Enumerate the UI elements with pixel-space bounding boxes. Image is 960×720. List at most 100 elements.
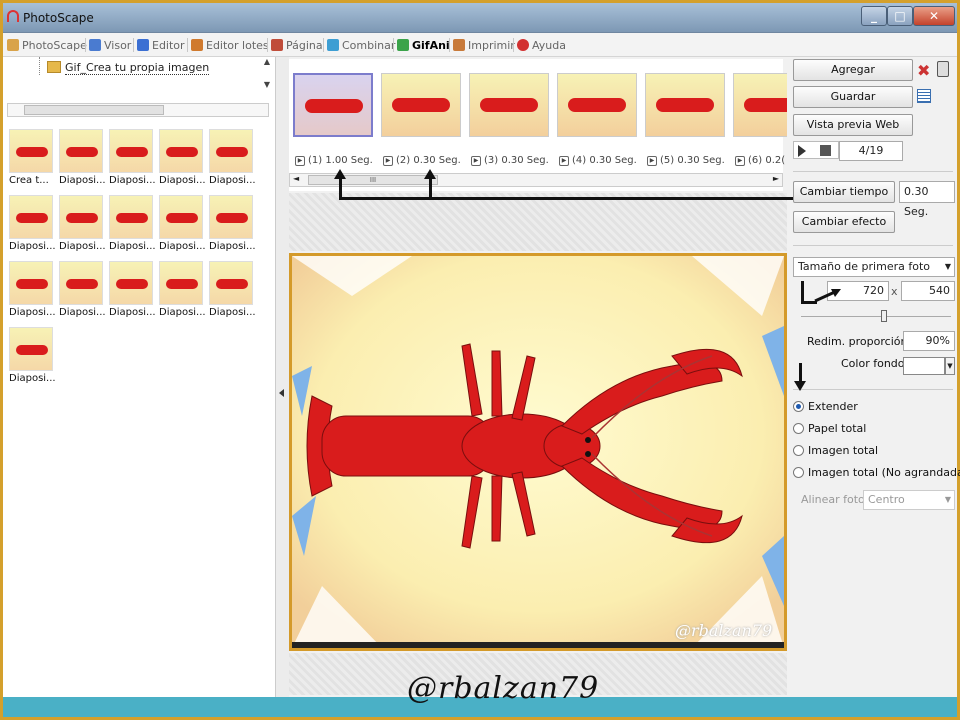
frame-label[interactable]: ▶ (1) 1.00 Seg. xyxy=(295,155,373,166)
scroll-thumb[interactable] xyxy=(24,105,164,115)
slide-thumbnail[interactable]: Diaposi... xyxy=(209,261,259,319)
color-dropdown-icon[interactable]: ▼ xyxy=(945,357,955,375)
radio-button[interactable] xyxy=(793,467,804,478)
annotation-arrowhead xyxy=(334,169,346,179)
slide-image xyxy=(59,129,103,173)
slide-thumbnail[interactable]: Diaposi... xyxy=(9,261,59,319)
background-color-swatch[interactable] xyxy=(903,357,945,375)
scale-slider-thumb[interactable] xyxy=(881,310,887,322)
scroll-right-icon[interactable]: ► xyxy=(773,174,779,183)
slide-thumbnail[interactable]: Diaposi... xyxy=(109,195,159,253)
tab-ayuda[interactable]: Ayuda xyxy=(517,35,566,55)
slide-thumbnail[interactable]: Diaposi... xyxy=(159,195,209,253)
slide-label: Diaposi... xyxy=(209,175,256,186)
annotation-arrow xyxy=(801,281,804,303)
play-frame-icon[interactable]: ▶ xyxy=(471,155,481,166)
frame-label[interactable]: ▶ (4) 0.30 Seg. xyxy=(559,155,637,166)
redim-input[interactable]: 90% xyxy=(903,331,955,351)
slide-thumbnail[interactable]: Diaposi... xyxy=(59,195,109,253)
app-frame: PhotoScape _ □ ✕ PhotoScape Visor Editor… xyxy=(0,0,960,720)
tiempo-value[interactable]: 0.30 Seg. xyxy=(899,181,955,218)
scale-slider-track[interactable] xyxy=(801,316,951,317)
tree-folder-label[interactable]: Gif_Crea tu propia imagen xyxy=(65,61,210,75)
slide-thumbnail[interactable]: Diaposi... xyxy=(59,129,109,187)
list-icon[interactable] xyxy=(917,89,931,103)
trash-icon[interactable] xyxy=(937,61,949,77)
stop-icon[interactable] xyxy=(820,145,831,156)
slide-label: Diaposi... xyxy=(59,307,106,318)
minimize-button[interactable]: _ xyxy=(861,6,887,26)
scroll-up-icon[interactable]: ▲ xyxy=(261,57,273,66)
frame-label[interactable]: ▶ (2) 0.30 Seg. xyxy=(383,155,461,166)
play-frame-icon[interactable]: ▶ xyxy=(559,155,569,166)
photoscape-icon xyxy=(7,39,19,51)
scroll-left-icon[interactable]: ◄ xyxy=(293,174,299,183)
tab-gifani[interactable]: GifAni xyxy=(397,35,450,55)
radio-button[interactable] xyxy=(793,445,804,456)
agregar-button[interactable]: Agregar xyxy=(793,59,913,81)
animation-preview xyxy=(289,253,787,651)
slide-thumbnail[interactable]: Crea t... xyxy=(9,129,59,187)
alinear-foto-label: Alinear foto xyxy=(801,493,865,506)
lobster-image xyxy=(292,256,784,648)
play-frame-icon[interactable]: ▶ xyxy=(647,155,657,166)
radio-extender[interactable]: Extender xyxy=(793,400,858,413)
slide-thumbnail[interactable]: Diaposi... xyxy=(209,129,259,187)
tab-combinar[interactable]: Combinar xyxy=(327,35,395,55)
collapse-left-icon[interactable] xyxy=(279,389,284,397)
slide-thumbnail[interactable]: Diaposi... xyxy=(59,261,109,319)
slide-thumbnail[interactable]: Diaposi... xyxy=(9,195,59,253)
height-input[interactable]: 540 xyxy=(901,281,955,301)
radio-button[interactable] xyxy=(793,423,804,434)
panel-splitter[interactable] xyxy=(275,57,289,697)
play-frame-icon[interactable]: ▶ xyxy=(383,155,393,166)
slide-thumbnail[interactable]: Diaposi... xyxy=(109,261,159,319)
play-frame-icon[interactable]: ▶ xyxy=(295,155,305,166)
tab-editor-lotes[interactable]: Editor lotes xyxy=(191,35,269,55)
scroll-thumb[interactable]: III xyxy=(308,175,438,185)
frame-label[interactable]: ▶ (6) 0.2( xyxy=(735,155,785,166)
frame-thumbnail[interactable] xyxy=(381,73,461,137)
frame-thumbnail[interactable] xyxy=(645,73,725,137)
radio-imagen-total-no-agrandada[interactable]: Imagen total (No agrandada) xyxy=(793,466,960,479)
radio-button[interactable] xyxy=(793,401,804,412)
tab-editor[interactable]: Editor xyxy=(137,35,185,55)
play-frame-icon[interactable]: ▶ xyxy=(735,155,745,166)
frame-thumbnail[interactable] xyxy=(293,73,373,137)
slide-label: Diaposi... xyxy=(9,241,56,252)
maximize-button[interactable]: □ xyxy=(887,6,913,26)
frame-label[interactable]: ▶ (3) 0.30 Seg. xyxy=(471,155,549,166)
radio-papel-total[interactable]: Papel total xyxy=(793,422,866,435)
tab-imprimir[interactable]: Imprimir xyxy=(453,35,515,55)
tab-visor[interactable]: Visor xyxy=(89,35,131,55)
cambiar-efecto-button[interactable]: Cambiar efecto xyxy=(793,211,895,233)
frame-thumbnail[interactable] xyxy=(557,73,637,137)
delete-icon[interactable]: ✖ xyxy=(917,61,930,80)
size-separator: x xyxy=(891,285,898,298)
play-icon[interactable] xyxy=(798,145,806,157)
slide-thumbnail[interactable]: Diaposi... xyxy=(9,327,59,385)
cambiar-tiempo-button[interactable]: Cambiar tiempo xyxy=(793,181,895,203)
frame-label[interactable]: ▶ (5) 0.30 Seg. xyxy=(647,155,725,166)
size-mode-select[interactable]: Tamaño de primera foto ▼ xyxy=(793,257,955,277)
guardar-button[interactable]: Guardar xyxy=(793,86,913,108)
scroll-down-icon[interactable]: ▼ xyxy=(261,80,273,89)
slide-thumbnail[interactable]: Diaposi... xyxy=(159,261,209,319)
tab-photoscape[interactable]: PhotoScape xyxy=(7,35,87,55)
frame-thumbnail[interactable] xyxy=(469,73,549,137)
filmstrip-scrollbar[interactable]: ◄ III ► xyxy=(289,173,783,187)
slide-thumbnail[interactable]: Diaposi... xyxy=(209,195,259,253)
slide-label: Diaposi... xyxy=(109,175,156,186)
help-icon xyxy=(517,39,529,51)
watermark-small: @rbalzan79 xyxy=(675,621,773,640)
close-button[interactable]: ✕ xyxy=(913,6,955,26)
tree-vertical-scrollbar[interactable]: ▲ ▼ xyxy=(261,57,273,101)
web-preview-button[interactable]: Vista previa Web xyxy=(793,114,913,136)
slide-thumbnail[interactable]: Diaposi... xyxy=(109,129,159,187)
tree-horizontal-scrollbar[interactable] xyxy=(7,103,269,117)
title-bar: PhotoScape _ □ ✕ xyxy=(3,3,957,33)
slide-thumbnail[interactable]: Diaposi... xyxy=(159,129,209,187)
tab-pagina[interactable]: Página xyxy=(271,35,323,55)
radio-imagen-total[interactable]: Imagen total xyxy=(793,444,878,457)
annotation-arrow xyxy=(799,363,802,381)
